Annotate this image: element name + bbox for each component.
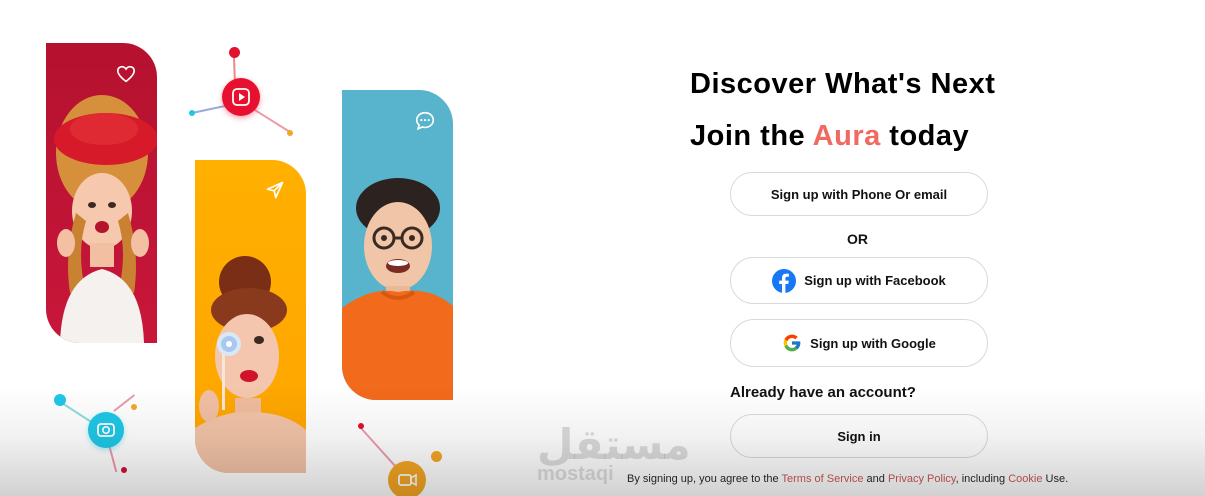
video-node: [388, 461, 426, 496]
headline-discover: Discover What's Next: [690, 68, 996, 100]
play-icon: [232, 88, 250, 106]
signup-google-button[interactable]: Sign up with Google: [730, 319, 988, 367]
video-icon: [398, 473, 417, 487]
profile-card-yellow: [195, 160, 306, 473]
or-divider: OR: [847, 231, 868, 247]
camera-icon: [97, 423, 115, 437]
legal-notice: By signing up, you agree to the Terms of…: [627, 473, 1068, 485]
chat-icon: [415, 111, 435, 131]
headline-join: Join the Aura today: [690, 120, 969, 153]
woman-portrait: [54, 95, 157, 343]
headline-join-prefix: Join the: [690, 120, 806, 152]
watermark-arabic: مستقل: [537, 420, 691, 469]
cookie-link[interactable]: Cookie: [1008, 473, 1042, 485]
legal-suffix: Use.: [1045, 473, 1069, 485]
signup-phone-email-button[interactable]: Sign up with Phone Or email: [730, 172, 988, 216]
play-node: [222, 78, 260, 116]
man-portrait: [342, 178, 453, 400]
brand-name: Aura: [812, 120, 881, 152]
signup-facebook-label: Sign up with Facebook: [804, 273, 946, 288]
dot: [287, 130, 293, 136]
send-icon: [266, 181, 284, 199]
profile-card-blue: [342, 90, 453, 400]
dot: [229, 47, 240, 58]
profile-card-red: [46, 43, 157, 343]
dot: [121, 467, 127, 473]
terms-of-service-link[interactable]: Terms of Service: [782, 473, 864, 485]
google-icon: [783, 334, 801, 352]
heart-icon: [116, 65, 136, 83]
already-have-account-text: Already have an account?: [730, 384, 916, 401]
legal-prefix: By signing up, you agree to the: [627, 473, 779, 485]
legal-including: , including: [955, 473, 1006, 485]
sign-in-label: Sign in: [837, 428, 881, 444]
dot: [189, 110, 195, 116]
signup-google-label: Sign up with Google: [810, 335, 936, 351]
dot: [131, 404, 137, 410]
hero-illustration: [0, 0, 560, 496]
signup-facebook-button[interactable]: Sign up with Facebook: [730, 257, 988, 304]
dot: [431, 451, 442, 462]
camera-node: [88, 412, 124, 448]
privacy-policy-link[interactable]: Privacy Policy: [888, 473, 956, 485]
sign-in-button[interactable]: Sign in: [730, 414, 988, 458]
headline-join-suffix: today: [889, 120, 970, 152]
facebook-icon: [772, 268, 797, 293]
signup-phone-email-label: Sign up with Phone Or email: [770, 186, 948, 202]
legal-and: and: [866, 473, 885, 485]
dot: [54, 394, 66, 406]
dot: [358, 423, 364, 429]
woman-with-lollipop-portrait: [195, 256, 306, 473]
